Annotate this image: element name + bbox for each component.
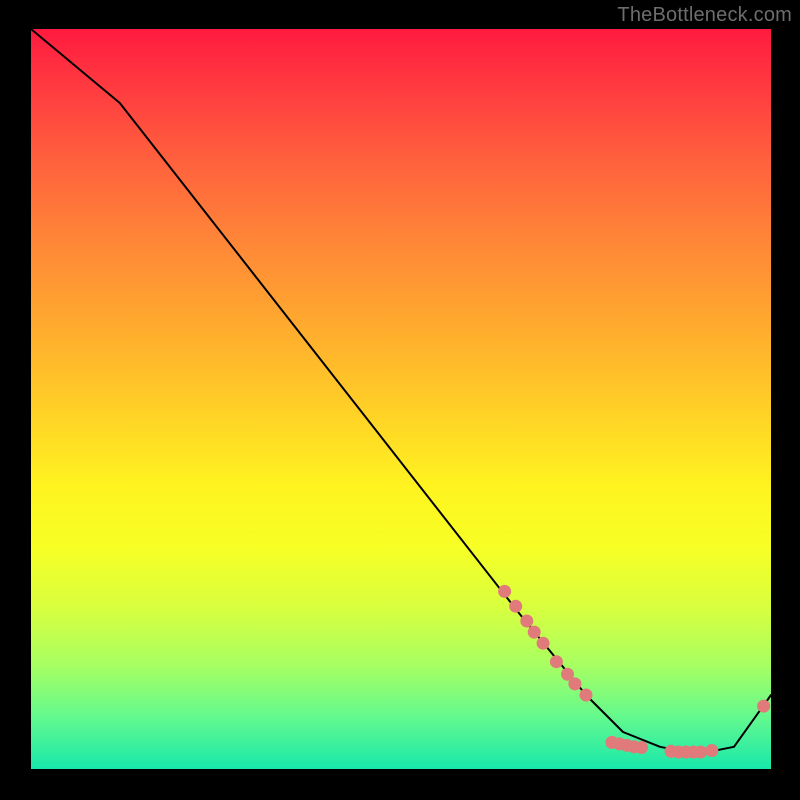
data-marker <box>537 637 550 650</box>
data-marker <box>550 655 563 668</box>
plot-area <box>31 29 771 769</box>
data-marker <box>509 600 522 613</box>
chart-stage: TheBottleneck.com <box>0 0 800 800</box>
data-marker <box>635 741 648 754</box>
data-marker <box>498 585 511 598</box>
data-marker <box>528 626 541 639</box>
chart-svg <box>31 29 771 769</box>
watermark-text: TheBottleneck.com <box>617 4 792 27</box>
series-curve <box>31 29 771 754</box>
data-marker <box>568 677 581 690</box>
data-marker <box>520 615 533 628</box>
data-marker <box>705 744 718 757</box>
marker-group <box>498 585 770 759</box>
data-marker <box>694 745 707 758</box>
data-marker <box>580 689 593 702</box>
data-marker <box>757 700 770 713</box>
